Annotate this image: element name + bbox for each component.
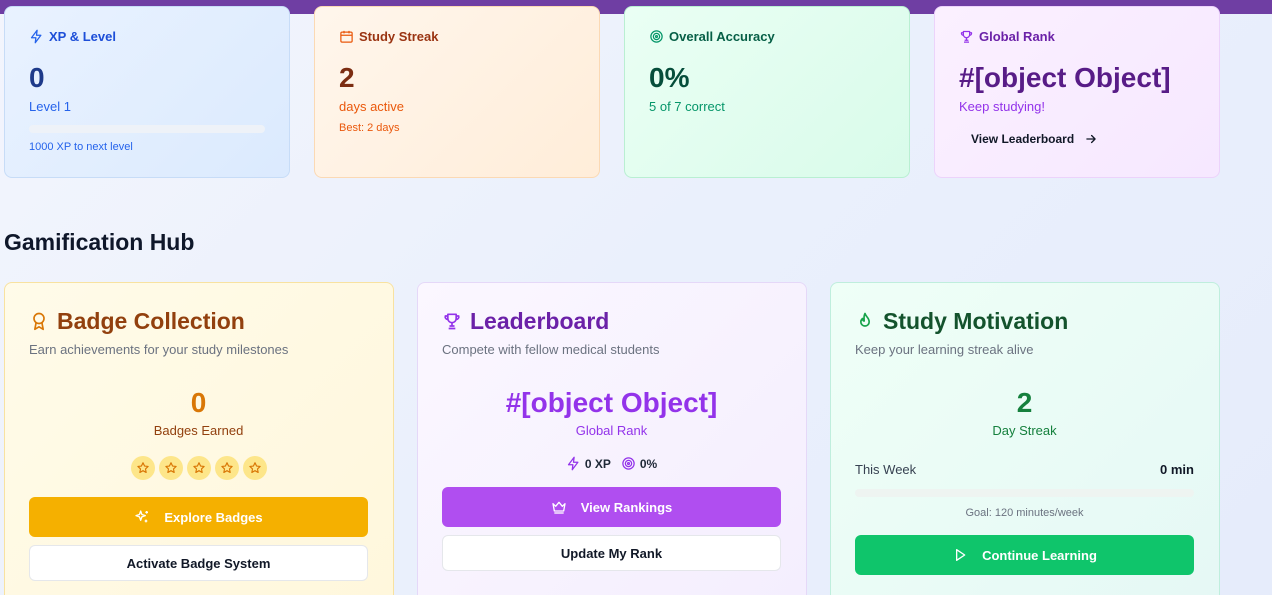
crown-icon — [552, 501, 566, 514]
study-motivation-desc: Keep your learning streak alive — [855, 342, 1034, 357]
lightning-icon — [30, 29, 42, 43]
day-streak-value: 2 — [1016, 387, 1033, 418]
streak-summary: 2 Day Streak — [855, 387, 1194, 438]
star-icon — [214, 456, 239, 480]
this-week-row: This Week 0 min — [855, 462, 1194, 477]
streak-sub: days active — [339, 99, 405, 114]
badges-earned-label: Badges Earned — [153, 423, 244, 438]
activate-badge-system-button[interactable]: Activate Badge System — [29, 545, 368, 581]
leaderboard-desc: Compete with fellow medical students — [442, 342, 660, 357]
study-motivation-header: Study Motivation — [855, 307, 1195, 335]
accuracy-header: Overall Accuracy — [649, 27, 885, 45]
this-week-value: 0 min — [1160, 462, 1194, 477]
xp-level-title: XP & Level — [49, 28, 116, 44]
view-rankings-label: View Rankings — [580, 499, 673, 515]
accuracy-title: Overall Accuracy — [669, 28, 775, 44]
view-leaderboard-link[interactable]: View Leaderboard — [971, 132, 1195, 146]
star-icon — [186, 456, 211, 480]
xp-level-card: XP & Level 0 Level 1 1000 XP to next lev… — [4, 6, 290, 178]
leaderboard-card: Leaderboard Compete with fellow medical … — [417, 282, 807, 595]
leaderboard-xp-value: 0 XP — [584, 456, 611, 471]
trophy-icon — [444, 313, 460, 330]
this-week-label: This Week — [855, 462, 917, 477]
badges-summary: 0 Badges Earned — [29, 387, 368, 480]
leaderboard-rank: #[object Object] — [505, 387, 718, 418]
badge-collection-title: Badge Collection — [57, 307, 245, 334]
global-rank-card: Global Rank #[object Object] Keep studyi… — [934, 6, 1220, 178]
global-rank-header: Global Rank — [959, 27, 1195, 45]
day-streak-label: Day Streak — [992, 423, 1057, 438]
weekly-goal: Goal: 120 minutes/week — [965, 507, 1084, 519]
level-label: Level 1 — [29, 99, 71, 114]
streak-best: Best: 2 days — [339, 122, 400, 134]
update-my-rank-label: Update My Rank — [560, 545, 663, 561]
view-leaderboard-label: View Leaderboard — [971, 132, 1075, 146]
flame-icon — [860, 312, 870, 327]
leaderboard-header: Leaderboard — [442, 307, 782, 335]
explore-badges-label: Explore Badges — [164, 509, 263, 525]
global-rank-title: Global Rank — [979, 28, 1055, 44]
play-icon — [956, 549, 966, 561]
accuracy-value: 0% — [649, 62, 690, 93]
star-icon — [130, 456, 155, 480]
badges-count: 0 — [190, 387, 207, 418]
star-icon — [242, 456, 267, 480]
continue-learning-label: Continue Learning — [982, 547, 1097, 563]
lightning-icon — [567, 456, 579, 471]
star-icon — [158, 456, 183, 480]
leaderboard-accuracy-value: 0% — [639, 456, 658, 471]
study-streak-header: Study Streak — [339, 27, 575, 45]
streak-value: 2 — [339, 62, 355, 93]
badge-collection-header: Badge Collection — [29, 307, 369, 335]
leaderboard-xp: 0 XP — [566, 456, 611, 471]
study-motivation-card: Study Motivation Keep your learning stre… — [830, 282, 1220, 595]
arrow-right-icon — [1086, 134, 1096, 144]
target-icon — [650, 29, 663, 43]
xp-progress-bar — [29, 125, 265, 133]
study-streak-card: Study Streak 2 days active Best: 2 days — [314, 6, 600, 178]
target-icon — [622, 457, 635, 470]
update-my-rank-button[interactable]: Update My Rank — [442, 535, 781, 571]
sparkles-icon — [135, 510, 149, 523]
trophy-icon — [960, 30, 973, 43]
award-icon — [33, 312, 45, 331]
leaderboard-title: Leaderboard — [470, 307, 610, 334]
explore-badges-button[interactable]: Explore Badges — [29, 497, 368, 537]
global-rank-sub: Keep studying! — [959, 99, 1046, 114]
badge-stars — [29, 456, 368, 480]
badge-collection-card: Badge Collection Earn achievements for y… — [4, 282, 394, 595]
leaderboard-meta: 0 XP 0% — [442, 456, 781, 471]
calendar-icon — [340, 30, 353, 43]
xp-value: 0 — [29, 62, 45, 93]
weekly-progress-bar — [855, 489, 1194, 497]
leaderboard-accuracy: 0% — [621, 456, 657, 471]
view-rankings-button[interactable]: View Rankings — [442, 487, 781, 527]
global-rank-value: #[object Object] — [959, 62, 1171, 93]
overall-accuracy-card: Overall Accuracy 0% 5 of 7 correct — [624, 6, 910, 178]
leaderboard-summary: #[object Object] Global Rank 0 XP 0% — [442, 387, 781, 471]
xp-level-header: XP & Level — [29, 27, 265, 45]
continue-learning-button[interactable]: Continue Learning — [855, 535, 1194, 575]
activate-badge-system-label: Activate Badge System — [126, 555, 271, 571]
xp-to-next-level: 1000 XP to next level — [29, 141, 133, 153]
section-title: Gamification Hub — [4, 229, 195, 255]
leaderboard-rank-label: Global Rank — [575, 423, 648, 438]
study-motivation-title: Study Motivation — [883, 307, 1069, 334]
badge-collection-desc: Earn achievements for your study milesto… — [29, 342, 289, 357]
accuracy-sub: 5 of 7 correct — [649, 99, 725, 114]
study-streak-title: Study Streak — [359, 28, 439, 44]
